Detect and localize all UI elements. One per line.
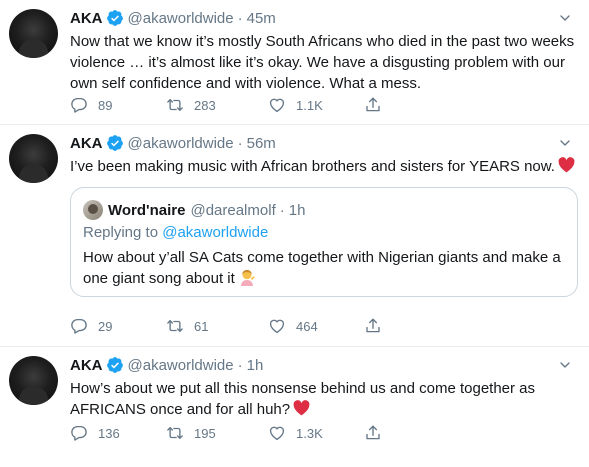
replying-to: Replying to @akaworldwide (83, 224, 268, 241)
tweet-time[interactable]: 56m (247, 135, 276, 152)
retweet-button[interactable]: 283 (166, 95, 216, 115)
quoted-author-handle: @darealmolf (190, 201, 276, 219)
retweet-icon (166, 96, 184, 114)
separator-dot: · (237, 9, 243, 27)
tweet-header: AKA @akaworldwide · 56m (70, 133, 579, 153)
reply-icon (70, 96, 88, 114)
author-handle[interactable]: @akaworldwide (128, 10, 234, 27)
separator-dot: · (237, 134, 243, 152)
red-heart-emoji-icon (293, 400, 310, 416)
reply-icon (70, 424, 88, 442)
like-count: 1.1K (296, 97, 323, 113)
author-name[interactable]: AKA (70, 135, 103, 152)
reply-button[interactable]: 29 (70, 316, 112, 336)
tweet-1[interactable]: AKA @akaworldwide · 45m Now that we know… (0, 0, 589, 125)
quoted-author-name: Word'naire (108, 201, 186, 219)
avatar[interactable] (9, 356, 58, 405)
share-icon (364, 96, 382, 114)
like-icon (268, 96, 286, 114)
like-icon (268, 317, 286, 335)
tweet-text-body: I’ve been making music with African brot… (70, 158, 555, 175)
avatar[interactable] (9, 134, 58, 183)
retweet-count: 195 (194, 425, 216, 441)
tweet-header: AKA @akaworldwide · 1h (70, 355, 579, 375)
retweet-count: 61 (194, 318, 209, 334)
reply-count: 89 (98, 97, 113, 113)
verified-badge-icon (106, 9, 124, 27)
quoted-tweet[interactable]: Word'naire @darealmolf · 1h Replying to … (70, 187, 578, 297)
verified-badge-icon (106, 134, 124, 152)
avatar[interactable] (9, 9, 58, 58)
share-icon (364, 317, 382, 335)
separator-dot: · (237, 356, 243, 374)
share-button[interactable] (364, 316, 392, 336)
tweet-header: AKA @akaworldwide · 45m (70, 8, 579, 28)
author-name[interactable]: AKA (70, 10, 103, 27)
quoted-tweet-header: Word'naire @darealmolf · 1h (83, 200, 305, 220)
retweet-button[interactable]: 61 (166, 316, 208, 336)
author-handle[interactable]: @akaworldwide (128, 135, 234, 152)
tweet-2[interactable]: AKA @akaworldwide · 56m I’ve been making… (0, 125, 589, 347)
author-name[interactable]: AKA (70, 357, 103, 374)
tweet-actions: 89 283 1.1K (70, 95, 390, 115)
like-count: 464 (296, 318, 318, 334)
share-icon (364, 424, 382, 442)
reply-button[interactable]: 136 (70, 423, 120, 443)
replying-to-prefix: Replying to (83, 224, 159, 241)
quoted-avatar (83, 200, 103, 220)
retweet-button[interactable]: 195 (166, 423, 216, 443)
verified-badge-icon (106, 356, 124, 374)
reply-count: 29 (98, 318, 113, 334)
red-heart-emoji-icon (558, 157, 575, 173)
separator-dot: · (279, 201, 285, 219)
share-button[interactable] (364, 95, 392, 115)
tweet-3[interactable]: AKA @akaworldwide · 1h How’s about we pu… (0, 347, 589, 467)
tweet-actions: 136 195 1.3K (70, 423, 390, 443)
tweet-actions: 29 61 464 (70, 316, 390, 336)
share-button[interactable] (364, 423, 392, 443)
tweet-feed: AKA @akaworldwide · 45m Now that we know… (0, 0, 589, 467)
tweet-time[interactable]: 1h (247, 357, 264, 374)
tweet-text: I’ve been making music with African brot… (70, 156, 575, 177)
tweet-text: Now that we know it’s mostly South Afric… (70, 33, 575, 92)
replying-to-link[interactable]: @akaworldwide (162, 224, 268, 241)
quoted-tweet-text: How about y’all SA Cats come together wi… (83, 248, 565, 289)
author-handle[interactable]: @akaworldwide (128, 357, 234, 374)
person-tipping-hand-emoji-icon (238, 268, 256, 286)
retweet-count: 283 (194, 97, 216, 113)
reply-count: 136 (98, 425, 120, 441)
chevron-down-icon[interactable] (557, 357, 573, 373)
like-button[interactable]: 464 (268, 316, 318, 336)
tweet-text: How’s about we put all this nonsense beh… (70, 378, 575, 420)
reply-icon (70, 317, 88, 335)
like-icon (268, 424, 286, 442)
reply-button[interactable]: 89 (70, 95, 112, 115)
chevron-down-icon[interactable] (557, 135, 573, 151)
quoted-tweet-time: 1h (288, 201, 306, 219)
like-button[interactable]: 1.3K (268, 423, 323, 443)
chevron-down-icon[interactable] (557, 10, 573, 26)
retweet-icon (166, 317, 184, 335)
tweet-time[interactable]: 45m (247, 10, 276, 27)
like-count: 1.3K (296, 425, 323, 441)
quoted-tweet-text-body: How about y’all SA Cats come together wi… (83, 249, 561, 287)
retweet-icon (166, 424, 184, 442)
like-button[interactable]: 1.1K (268, 95, 323, 115)
